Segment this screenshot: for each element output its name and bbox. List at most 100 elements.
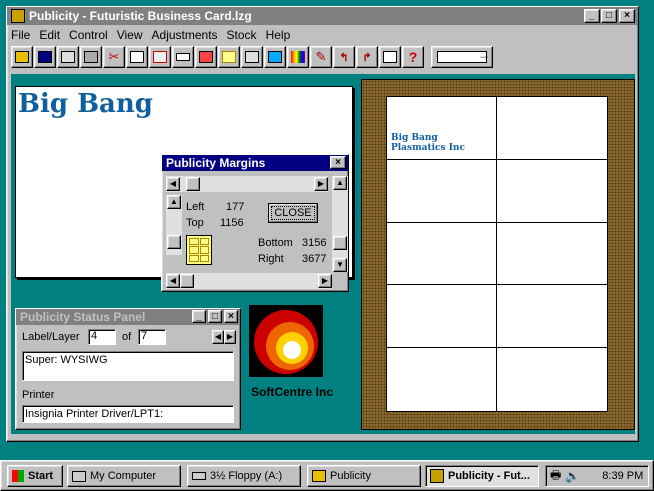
menu-help[interactable]: Help xyxy=(266,28,291,42)
company-name: SoftCentre Inc xyxy=(251,385,334,399)
copy-button[interactable] xyxy=(126,46,148,68)
paste-icon xyxy=(153,51,167,63)
minimize-button[interactable]: _ xyxy=(584,9,600,23)
arrow-tool-button[interactable]: → xyxy=(431,46,493,68)
logo-graphic xyxy=(254,310,318,374)
super-field: Super: WYSIWG xyxy=(22,351,234,381)
status-maximize[interactable]: □ xyxy=(208,310,222,323)
menu-adjustments[interactable]: Adjustments xyxy=(152,28,218,42)
flip-button[interactable]: ↱ xyxy=(356,46,378,68)
print-button[interactable] xyxy=(57,46,79,68)
save-button[interactable] xyxy=(34,46,56,68)
cut-button[interactable]: ✂ xyxy=(103,46,125,68)
taskbar-my-computer[interactable]: My Computer xyxy=(67,465,181,487)
start-button[interactable]: Start xyxy=(7,465,63,487)
close-dialog-button[interactable]: CLOSE xyxy=(268,203,318,223)
volume-icon[interactable]: 🔈 xyxy=(565,469,580,483)
frame-button[interactable] xyxy=(172,46,194,68)
margins-title: Publicity Margins xyxy=(166,156,266,170)
sheet-cell xyxy=(497,97,607,160)
margins-titlebar[interactable]: Publicity Margins × xyxy=(162,155,348,171)
print-preview-icon xyxy=(84,51,98,63)
taskbar-publicity-active[interactable]: Publicity - Fut... xyxy=(425,465,539,487)
status-close[interactable]: × xyxy=(224,310,238,323)
close-button[interactable]: × xyxy=(619,9,635,23)
scroll-left-arrow[interactable]: ◀ xyxy=(166,274,180,288)
paste-button[interactable] xyxy=(149,46,171,68)
close-dialog-label: CLOSE xyxy=(271,206,315,220)
margins-hscroll-top[interactable]: ◀ ▶ xyxy=(166,176,328,192)
menu-edit[interactable]: Edit xyxy=(39,28,60,42)
clock[interactable]: 8:39 PM xyxy=(602,470,643,482)
status-panel: Publicity Status Panel _ □ × Label/Layer… xyxy=(15,308,241,430)
scroll-thumb[interactable] xyxy=(167,235,181,249)
sheet-cell xyxy=(387,159,497,223)
scroll-up-arrow[interactable]: ▲ xyxy=(167,195,181,209)
rotate-button[interactable]: ↰ xyxy=(333,46,355,68)
sheet-cell xyxy=(497,348,607,411)
margins-vscroll-right[interactable]: ▲ ▼ xyxy=(332,176,348,272)
status-titlebar[interactable]: Publicity Status Panel _ □ × xyxy=(16,309,240,325)
open-button[interactable] xyxy=(11,46,33,68)
sheet-cell xyxy=(497,223,607,286)
scroll-right-arrow[interactable]: ▶ xyxy=(314,177,328,191)
rainbow-button[interactable] xyxy=(287,46,309,68)
copy-frame-button[interactable] xyxy=(195,46,217,68)
copy-icon xyxy=(130,51,144,63)
menu-view[interactable]: View xyxy=(117,28,143,42)
border-button[interactable] xyxy=(264,46,286,68)
layout-grid-icon xyxy=(186,235,212,265)
print-icon xyxy=(61,51,75,63)
margins-vscroll-left[interactable]: ▲ xyxy=(166,195,182,255)
margins-dialog: Publicity Margins × ◀ ▶ ▲ ▼ ▲ Left 177 T… xyxy=(161,154,349,292)
brush-icon: ✎ xyxy=(315,49,327,64)
scroll-left-arrow[interactable]: ◀ xyxy=(166,177,180,191)
printer-tray-icon[interactable]: 🖶 xyxy=(550,466,561,487)
layer-next-arrow[interactable]: ▶ xyxy=(224,330,236,344)
layout-button[interactable] xyxy=(241,46,263,68)
app-icon xyxy=(11,9,25,23)
layer-prev-arrow[interactable]: ◀ xyxy=(212,330,224,344)
help-button[interactable]: ? xyxy=(402,46,424,68)
menu-stock[interactable]: Stock xyxy=(227,28,257,42)
scroll-right-arrow[interactable]: ▶ xyxy=(318,274,332,288)
open-icon xyxy=(15,51,29,63)
label-layer-input[interactable]: 4 xyxy=(88,329,116,345)
help-icon: ? xyxy=(408,49,418,65)
margins-hscroll-bottom[interactable]: ◀ ▶ xyxy=(166,273,332,289)
label-layer-label: Label/Layer xyxy=(22,331,80,343)
main-window: Publicity - Futuristic Business Card.lzg… xyxy=(6,6,639,442)
scroll-thumb[interactable] xyxy=(180,274,194,288)
scroll-up-arrow[interactable]: ▲ xyxy=(333,176,347,190)
bottom-label: Bottom xyxy=(258,237,293,249)
taskbar-floppy[interactable]: 3½ Floppy (A:) xyxy=(187,465,301,487)
of-input[interactable]: 7 xyxy=(138,329,166,345)
top-label: Top xyxy=(186,217,204,229)
maximize-button[interactable]: □ xyxy=(601,9,617,23)
rainbow-icon xyxy=(291,51,305,63)
menu-file[interactable]: File xyxy=(11,28,30,42)
scroll-thumb[interactable] xyxy=(186,177,200,191)
brush-button[interactable]: ✎ xyxy=(310,46,332,68)
scroll-down-arrow[interactable]: ▼ xyxy=(333,258,347,272)
print-preview-button[interactable] xyxy=(80,46,102,68)
taskbar-publicity[interactable]: Publicity xyxy=(307,465,421,487)
window-titlebar[interactable]: Publicity - Futuristic Business Card.lzg… xyxy=(7,7,638,25)
computer-icon xyxy=(72,470,86,482)
folder-icon xyxy=(312,470,326,482)
grid-button[interactable] xyxy=(218,46,240,68)
printer-field: Insignia Printer Driver/LPT1: xyxy=(22,405,234,423)
menu-control[interactable]: Control xyxy=(69,28,108,42)
workspace: Big Bang Big Bang Plasmatics Inc Publici… xyxy=(11,74,635,434)
toolbar: ✂ ✎ ↰ ↱ ? → xyxy=(7,45,638,69)
sheet-frame: Big Bang Plasmatics Inc xyxy=(361,79,635,430)
sheet-cell xyxy=(497,285,607,349)
right-value: 3677 xyxy=(302,253,327,265)
margins-close-x[interactable]: × xyxy=(330,156,346,169)
copy-frame-icon xyxy=(199,51,213,63)
scroll-thumb[interactable] xyxy=(333,236,347,250)
merge-button[interactable] xyxy=(379,46,401,68)
taskbar-label: My Computer xyxy=(90,470,157,482)
rotate-icon: ↰ xyxy=(339,51,349,64)
status-minimize[interactable]: _ xyxy=(192,310,206,323)
